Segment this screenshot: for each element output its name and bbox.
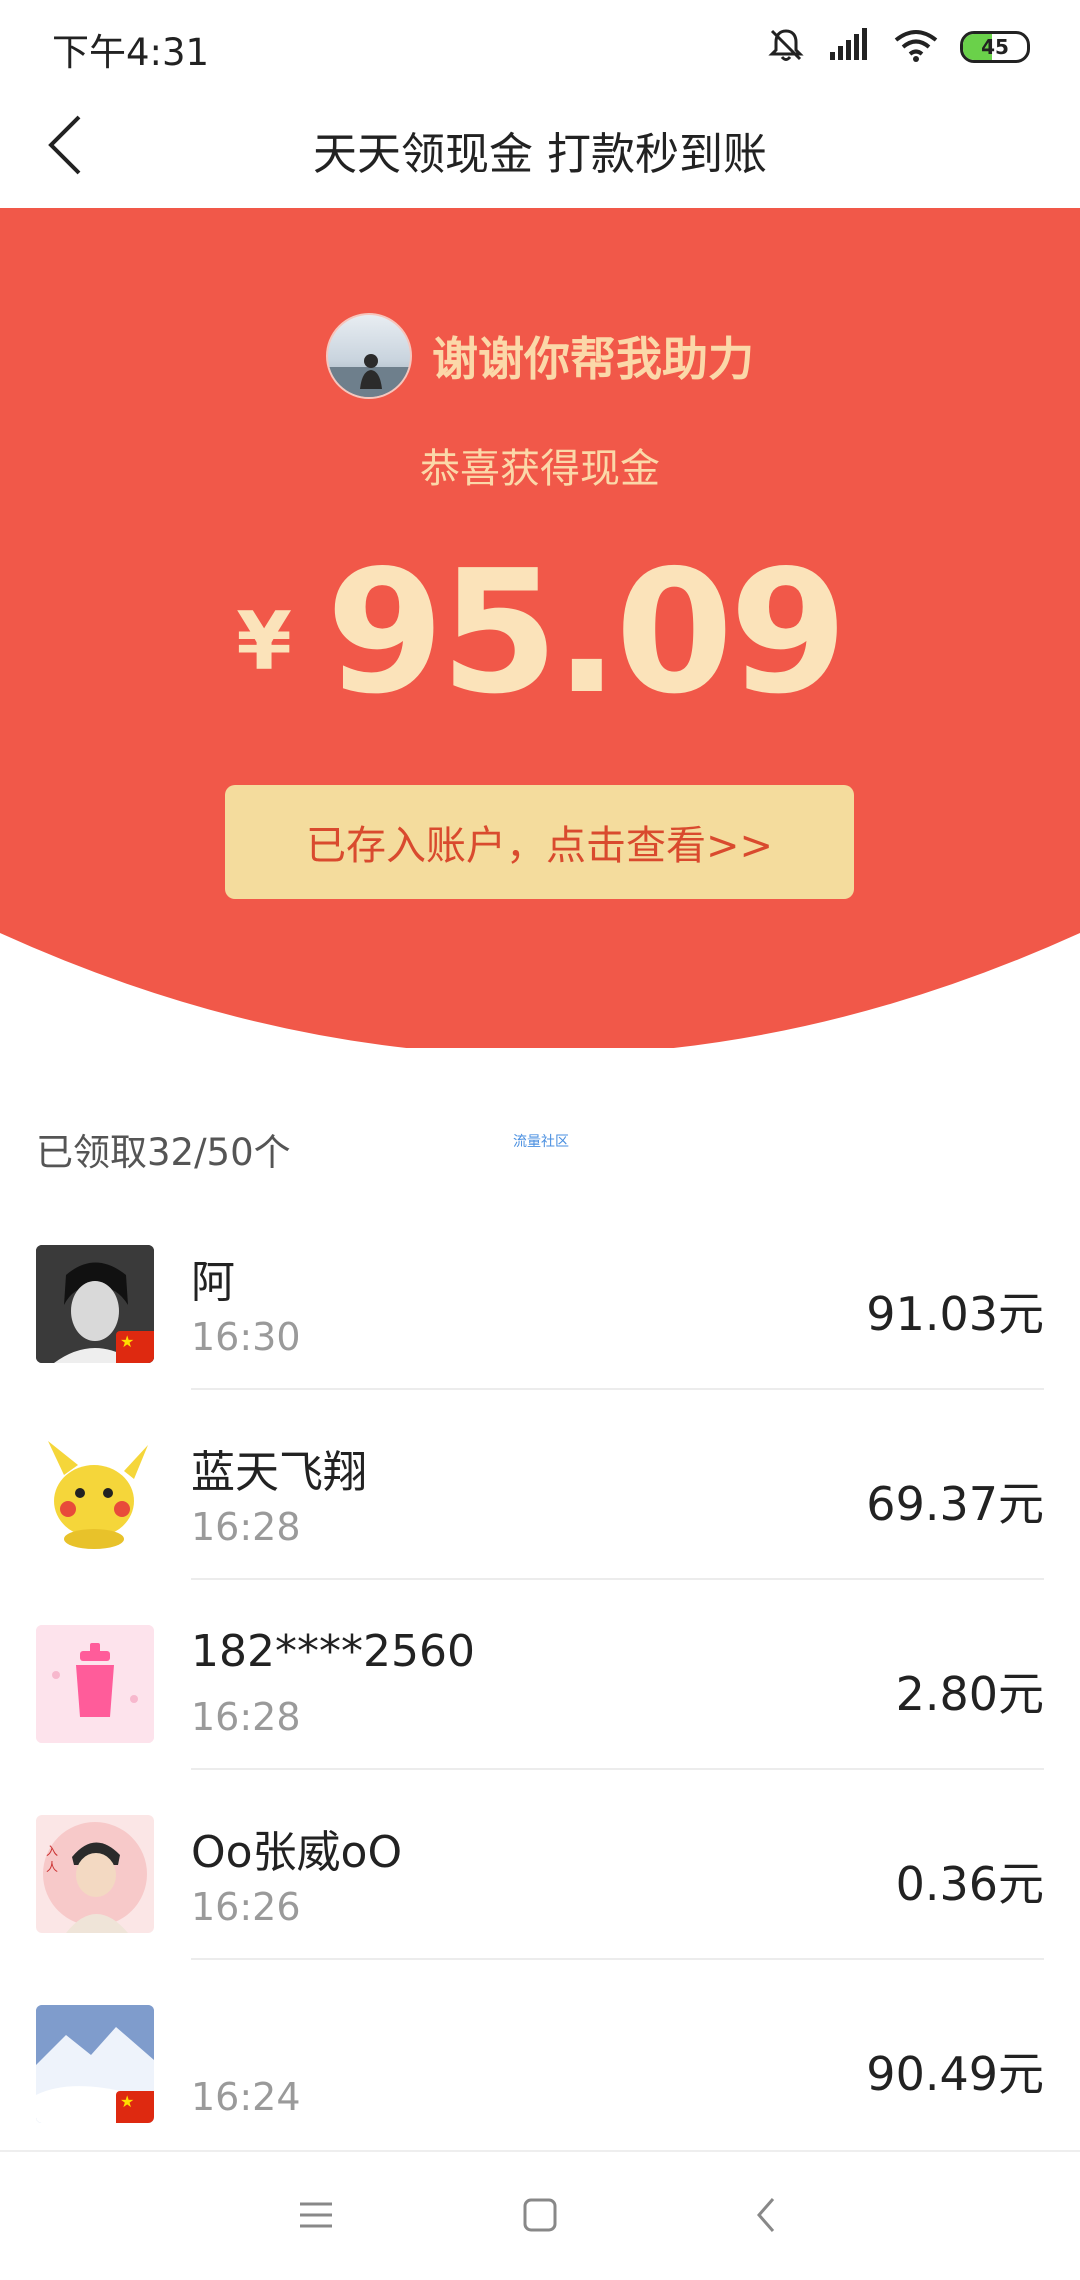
item-time: 16:26 (191, 1885, 301, 1929)
item-name: Oo张威oO (191, 1827, 403, 1878)
item-amount: 91.03元 (866, 1287, 1044, 1341)
avatar (36, 2005, 154, 2123)
avatar: 入 人 (36, 1815, 154, 1933)
list-item[interactable]: 蓝天飞翔 16:28 69.37元 (0, 1390, 1080, 1580)
avatar (36, 1245, 154, 1363)
view-account-button[interactable]: 已存入账户，点击查看>> (225, 785, 854, 899)
hero-panel: 谢谢你帮我助力 恭喜获得现金 ¥ 95.09 已存入账户，点击查看>> (0, 208, 1080, 1048)
wifi-icon (894, 28, 938, 66)
flag-badge (116, 1331, 154, 1363)
list-item[interactable]: 182****2560 16:28 2.80元 (0, 1580, 1080, 1770)
watermark: 流量社区 (513, 1134, 569, 1150)
records-list: 阿 16:30 91.03元 蓝天飞翔 16:28 69.37元 (0, 1200, 1080, 2150)
status-time: 下午4:31 (52, 31, 210, 74)
signal-icon (828, 28, 872, 66)
list-item[interactable]: 16:24 90.49元 (0, 1960, 1080, 2150)
item-amount: 90.49元 (866, 2047, 1044, 2101)
avatar (36, 1435, 154, 1553)
system-nav-bar (0, 2150, 1080, 2280)
flag-badge (116, 2091, 154, 2123)
item-name: 阿 (191, 1257, 235, 1308)
battery-level: 45 (981, 35, 1009, 59)
amount-row: ¥ 95.09 (0, 548, 1080, 718)
item-amount: 69.37元 (866, 1477, 1044, 1531)
claimed-count: 已领取32/50个 (36, 1131, 291, 1174)
item-name: 182****2560 (191, 1626, 475, 1677)
congrats-text: 恭喜获得现金 (420, 446, 660, 492)
svg-text:人: 人 (46, 1860, 58, 1874)
nav-back-icon (751, 2195, 781, 2239)
helper-avatar (326, 313, 412, 399)
home-button[interactable] (500, 2182, 580, 2252)
battery-icon: 45 (960, 31, 1030, 63)
item-time: 16:24 (191, 2075, 301, 2119)
nav-bar: 天天领现金 打款秒到账 (0, 90, 1080, 208)
item-name: 蓝天飞翔 (191, 1447, 367, 1498)
avatar (36, 1625, 154, 1743)
menu-button[interactable] (276, 2182, 356, 2252)
list-item[interactable]: 阿 16:30 91.03元 (0, 1200, 1080, 1390)
svg-text:入: 入 (46, 1844, 58, 1858)
item-amount: 2.80元 (895, 1667, 1044, 1721)
page-title: 天天领现金 打款秒到账 (313, 129, 767, 180)
currency-symbol: ¥ (236, 595, 292, 688)
item-amount: 0.36元 (895, 1857, 1044, 1911)
item-time: 16:30 (191, 1315, 301, 1359)
helper-text: 谢谢你帮我助力 (432, 332, 754, 386)
cash-amount: 95.09 (325, 534, 848, 732)
menu-icon (296, 2199, 336, 2235)
home-square-icon (520, 2195, 560, 2239)
item-time: 16:28 (191, 1505, 301, 1549)
system-back-button[interactable] (726, 2182, 806, 2252)
page: 下午4:31 45 天天领现金 打款秒到账 谢谢你帮我助力 恭喜获得现金 ¥ 9… (0, 0, 1080, 2280)
helper-row: 谢谢你帮我助力 (0, 313, 1080, 399)
mute-bell-icon (766, 25, 806, 69)
status-icons: 45 (766, 22, 1030, 72)
item-time: 16:28 (191, 1695, 301, 1739)
list-item[interactable]: 入 人 Oo张威oO 16:26 0.36元 (0, 1770, 1080, 1960)
status-bar: 下午4:31 45 (0, 0, 1080, 90)
